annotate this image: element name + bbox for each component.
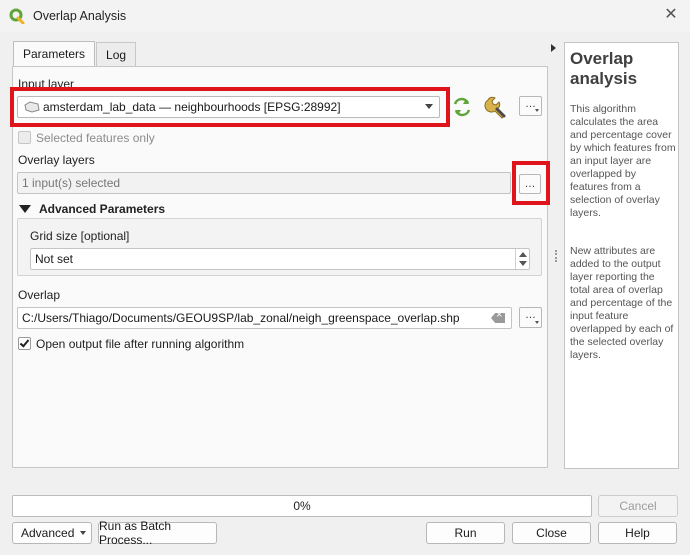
help-panel: Overlap analysis This algorithm calculat… bbox=[564, 42, 679, 469]
close-icon[interactable]: ✕ bbox=[662, 6, 680, 24]
input-layer-combobox[interactable]: amsterdam_lab_data — neighbourhoods [EPS… bbox=[17, 96, 440, 118]
run-button[interactable]: Run bbox=[426, 522, 505, 544]
grid-size-spinbox[interactable]: Not set bbox=[30, 248, 530, 270]
overlay-layers-select-button[interactable]: … bbox=[519, 174, 541, 194]
overlap-output-path: C:/Users/Thiago/Documents/GEOU9SP/lab_zo… bbox=[22, 311, 460, 325]
batch-process-button[interactable]: Run as Batch Process... bbox=[98, 519, 217, 547]
advanced-menu-button[interactable]: Advanced bbox=[12, 522, 92, 544]
chevron-down-icon bbox=[535, 321, 539, 324]
run-label: Run bbox=[454, 526, 477, 540]
clear-icon[interactable] bbox=[491, 313, 505, 323]
tab-bar: Parameters Log bbox=[13, 41, 137, 66]
progress-bar: 0% bbox=[12, 495, 592, 517]
overlay-layers-label: Overlay layers bbox=[18, 153, 95, 167]
help-label: Help bbox=[625, 526, 650, 540]
grid-size-value: Not set bbox=[35, 252, 74, 266]
polygon-layer-icon bbox=[24, 101, 40, 113]
overlap-output-options-button[interactable]: … bbox=[519, 307, 542, 328]
overlay-layers-field[interactable]: 1 input(s) selected bbox=[17, 172, 511, 194]
input-layer-options-button[interactable]: … bbox=[519, 96, 542, 116]
advanced-parameters-header[interactable]: Advanced Parameters bbox=[39, 202, 165, 216]
cancel-button[interactable]: Cancel bbox=[598, 495, 678, 517]
open-output-label: Open output file after running algorithm bbox=[36, 337, 245, 351]
advanced-label: Advanced bbox=[21, 526, 75, 540]
selected-features-checkbox[interactable] bbox=[18, 131, 31, 144]
help-paragraph-2: New attributes are added to the output l… bbox=[570, 245, 674, 361]
spin-down-icon[interactable] bbox=[519, 261, 527, 266]
tab-log[interactable]: Log bbox=[96, 42, 137, 66]
input-layer-value: amsterdam_lab_data — neighbourhoods [EPS… bbox=[43, 100, 341, 114]
window-title: Overlap Analysis bbox=[33, 9, 127, 23]
spin-up-icon[interactable] bbox=[519, 252, 527, 257]
ellipsis-label: … bbox=[524, 178, 536, 190]
close-label: Close bbox=[536, 526, 567, 540]
selected-features-label: Selected features only bbox=[36, 131, 155, 145]
grid-size-label: Grid size [optional] bbox=[30, 229, 130, 243]
chevron-down-icon bbox=[80, 531, 86, 535]
chevron-down-icon bbox=[535, 109, 539, 112]
wrench-icon[interactable] bbox=[484, 95, 508, 119]
overlay-layers-value: 1 input(s) selected bbox=[22, 176, 121, 190]
collapse-triangle-icon[interactable] bbox=[19, 205, 31, 213]
ellipsis-label: … bbox=[525, 309, 536, 321]
tab-parameters[interactable]: Parameters bbox=[13, 41, 96, 66]
help-title: Overlap analysis bbox=[570, 49, 638, 88]
overlap-output-field[interactable]: C:/Users/Thiago/Documents/GEOU9SP/lab_zo… bbox=[17, 307, 512, 329]
checkmark-icon bbox=[19, 337, 30, 348]
batch-label: Run as Batch Process... bbox=[99, 519, 172, 547]
progress-text: 0% bbox=[293, 499, 311, 513]
title-bar: Overlap Analysis ✕ bbox=[0, 0, 690, 32]
iterate-icon[interactable] bbox=[451, 96, 473, 118]
qgis-logo-icon bbox=[9, 8, 25, 24]
help-paragraph-1: This algorithm calculates the area and p… bbox=[570, 103, 676, 219]
spinner-arrows[interactable] bbox=[515, 249, 529, 269]
help-button[interactable]: Help bbox=[598, 522, 677, 544]
collapse-help-arrow-icon[interactable] bbox=[551, 44, 556, 52]
close-button[interactable]: Close bbox=[512, 522, 591, 544]
splitter-handle[interactable] bbox=[555, 250, 557, 262]
chevron-down-icon bbox=[425, 104, 433, 109]
input-layer-label: Input layer bbox=[18, 77, 75, 91]
open-output-checkbox[interactable] bbox=[18, 337, 31, 350]
overlap-label: Overlap bbox=[18, 288, 61, 302]
cancel-label: Cancel bbox=[619, 499, 657, 513]
